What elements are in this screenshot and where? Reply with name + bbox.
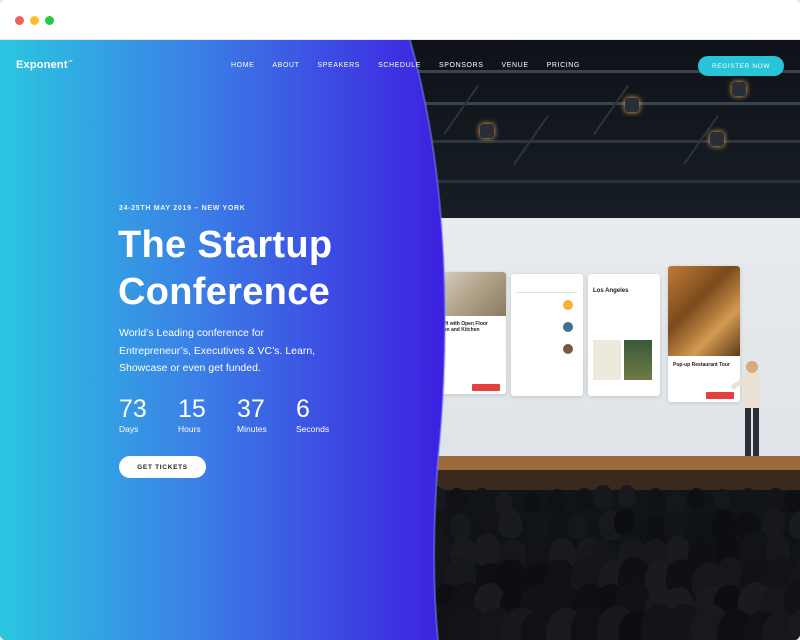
countdown-value: 15 bbox=[178, 395, 206, 423]
nav-item-about[interactable]: ABOUT bbox=[272, 62, 299, 69]
countdown-label: Days bbox=[119, 424, 139, 434]
countdown-label: Seconds bbox=[296, 424, 330, 434]
title-line: The Startup bbox=[118, 224, 333, 266]
main-nav: HOME ABOUT SPEAKERS SCHEDULE SPONSORS VE… bbox=[231, 62, 598, 69]
window-titlebar bbox=[0, 0, 800, 40]
countdown-hours: 15 Hours bbox=[178, 396, 206, 434]
title-line: Conference bbox=[118, 271, 331, 313]
get-tickets-button[interactable]: GET TICKETS bbox=[119, 456, 206, 478]
hero-description: World’s Leading conference for Entrepren… bbox=[119, 327, 316, 374]
nav-item-speakers[interactable]: SPEAKERS bbox=[318, 62, 361, 69]
countdown-seconds: 6 Seconds bbox=[296, 396, 329, 434]
countdown-label: Hours bbox=[178, 424, 201, 434]
brand-name: Exponent bbox=[16, 59, 68, 71]
browser-window: Loft with Open Floor Plan and Kitchen Lo… bbox=[0, 0, 800, 640]
countdown-value: 37 bbox=[237, 395, 265, 423]
countdown-value: 73 bbox=[119, 395, 147, 423]
nav-item-venue[interactable]: VENUE bbox=[501, 62, 528, 69]
nav-item-home[interactable]: HOME bbox=[231, 62, 254, 69]
countdown-days: 73 Days bbox=[119, 396, 147, 434]
nav-item-sponsors[interactable]: SPONSORS bbox=[439, 62, 483, 69]
nav-item-pricing[interactable]: PRICING bbox=[547, 62, 580, 69]
page-viewport: Loft with Open Floor Plan and Kitchen Lo… bbox=[0, 40, 800, 640]
brand-logo[interactable]: Exponent™ bbox=[16, 59, 73, 71]
maximize-window-button[interactable] bbox=[45, 16, 54, 25]
minimize-window-button[interactable] bbox=[30, 16, 39, 25]
event-date: 24-25TH MAY 2019 – NEW YORK bbox=[119, 205, 246, 212]
countdown-label: Minutes bbox=[237, 424, 267, 434]
page-title: The Startup Conference bbox=[118, 222, 332, 316]
register-now-button[interactable]: REGISTER NOW bbox=[698, 56, 784, 76]
close-window-button[interactable] bbox=[15, 16, 24, 25]
nav-item-schedule[interactable]: SCHEDULE bbox=[378, 62, 421, 69]
countdown-value: 6 bbox=[296, 395, 310, 423]
countdown-minutes: 37 Minutes bbox=[237, 396, 267, 434]
trademark-mark: ™ bbox=[67, 59, 73, 66]
